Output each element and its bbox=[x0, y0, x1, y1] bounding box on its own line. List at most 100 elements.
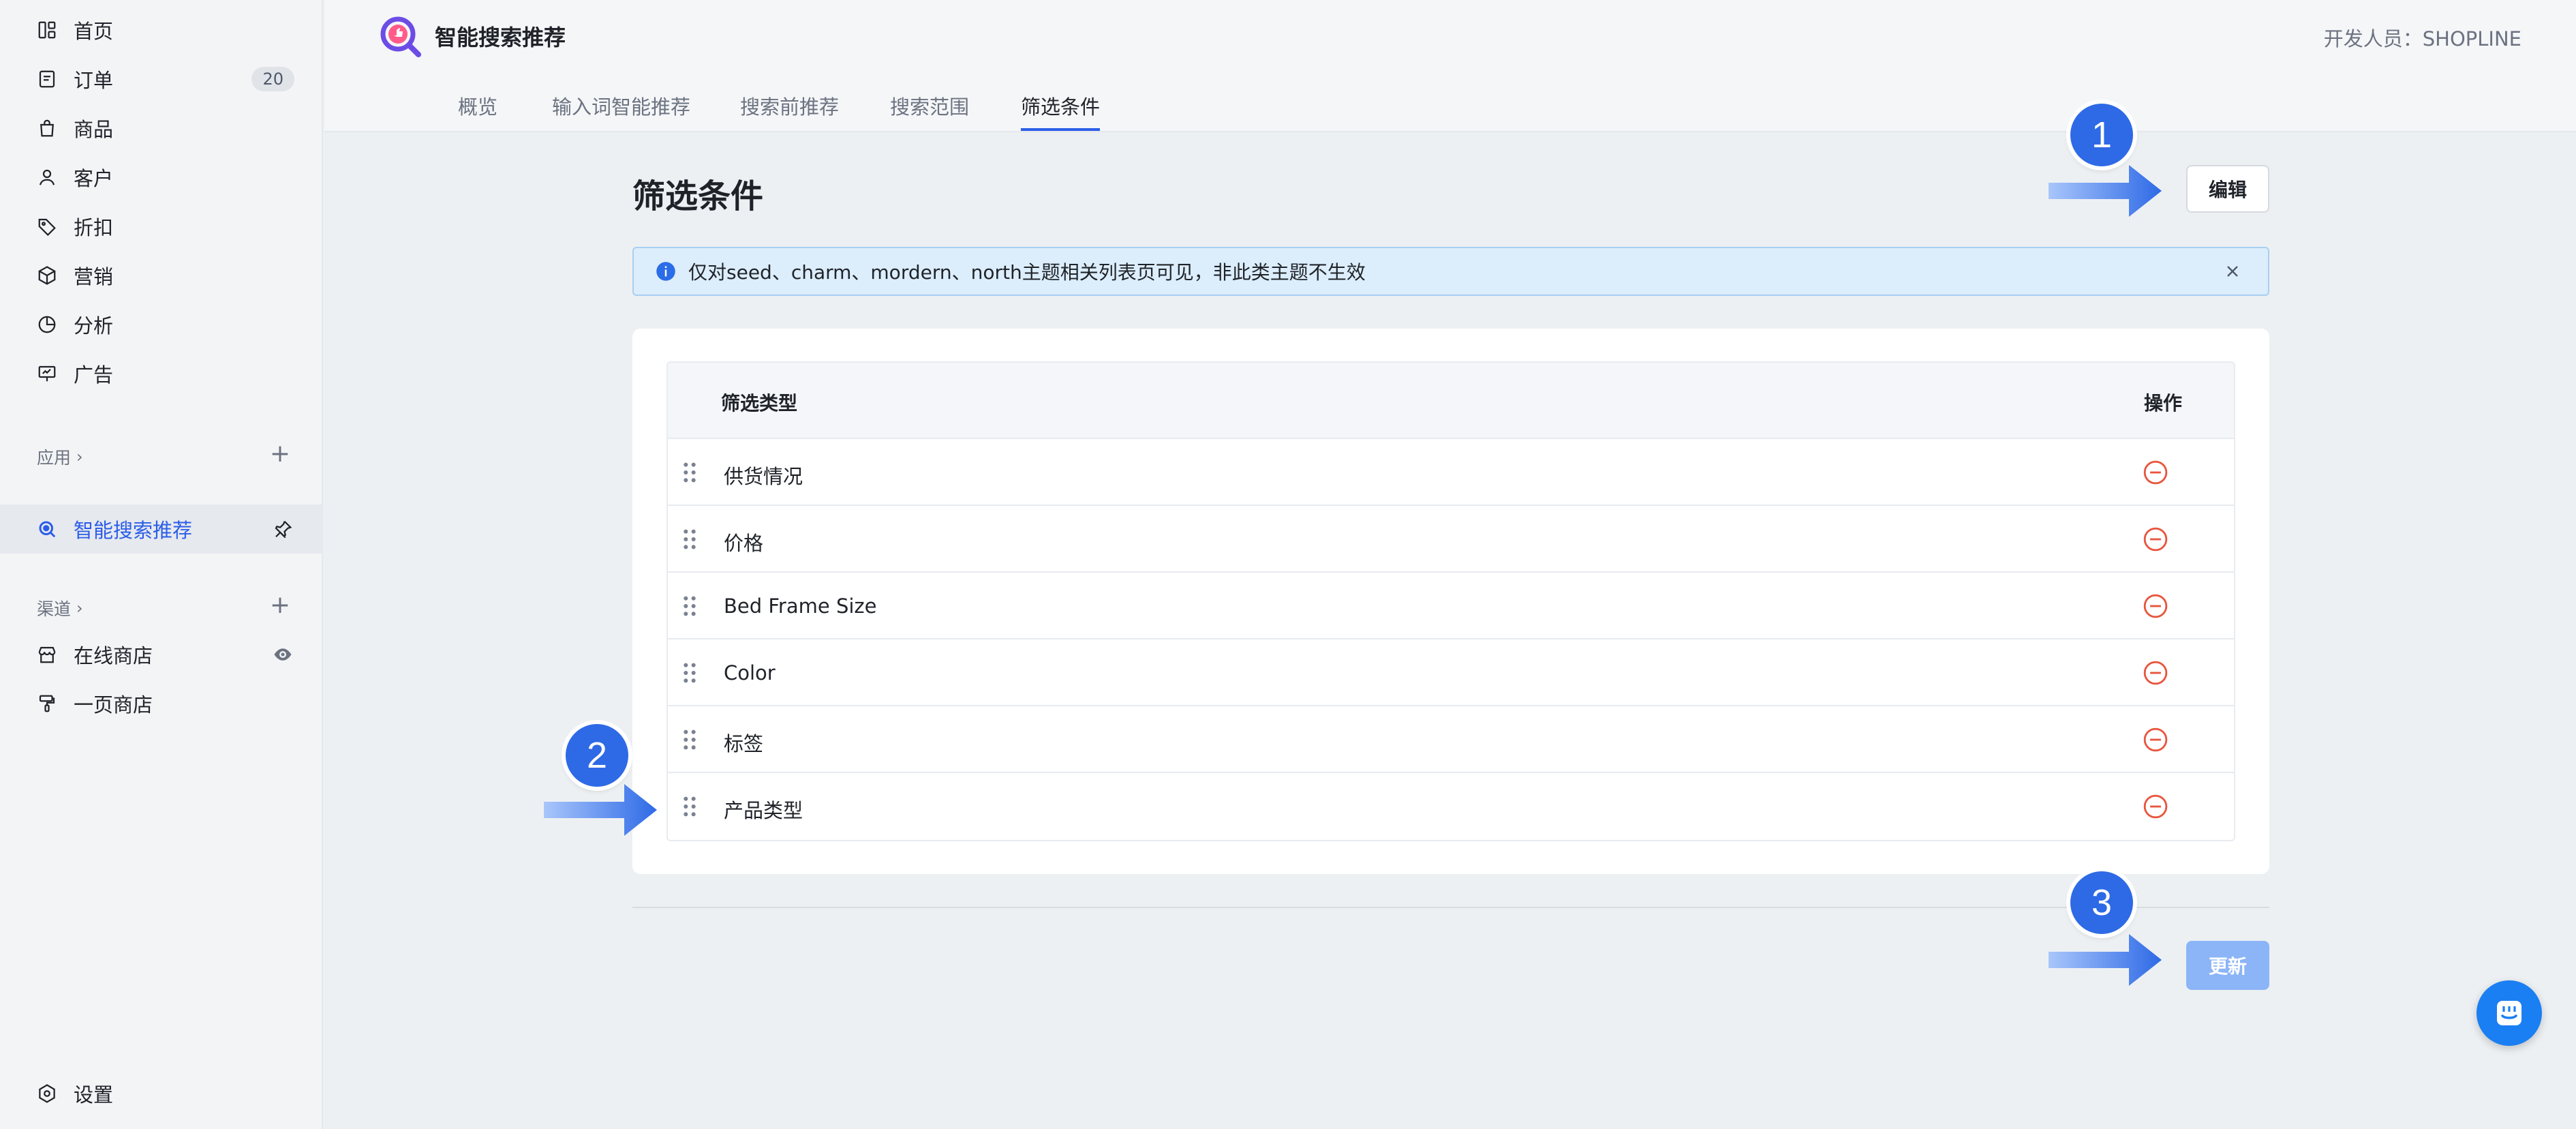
table-body: 供货情况价格 Bed Frame Size Color 标签产品类型 bbox=[668, 439, 2234, 840]
chat-support-button[interactable] bbox=[2477, 980, 2542, 1046]
table-row: 供货情况 bbox=[668, 439, 2234, 506]
close-icon[interactable] bbox=[2224, 263, 2241, 280]
update-button[interactable]: 更新 bbox=[2186, 941, 2269, 990]
channels-section-label[interactable]: 渠道 › bbox=[37, 596, 83, 620]
sidebar-item-analytics[interactable]: 分析 bbox=[0, 300, 323, 349]
tab-search-scope[interactable]: 搜索范围 bbox=[890, 91, 969, 131]
divider bbox=[632, 907, 2269, 908]
eye-icon[interactable] bbox=[273, 644, 293, 665]
remove-circle-icon[interactable] bbox=[2143, 794, 2168, 819]
filter-name: 价格 bbox=[724, 532, 764, 555]
bag-icon bbox=[37, 118, 57, 138]
annotation-step-1: 1 bbox=[2070, 104, 2133, 166]
drag-handle-icon[interactable] bbox=[681, 461, 698, 484]
sidebar-item-label: 在线商店 bbox=[74, 644, 153, 667]
remove-circle-icon[interactable] bbox=[2143, 660, 2168, 686]
tab-filters[interactable]: 筛选条件 bbox=[1021, 91, 1101, 131]
column-header-type: 筛选类型 bbox=[721, 392, 798, 415]
page-title: 筛选条件 bbox=[632, 177, 764, 215]
brush-icon bbox=[37, 693, 57, 714]
sidebar-item-label: 一页商店 bbox=[74, 693, 153, 717]
add-app-icon[interactable]: + bbox=[270, 442, 290, 466]
sidebar-item-settings[interactable]: 设置 bbox=[0, 1069, 323, 1118]
drag-handle-icon[interactable] bbox=[681, 528, 698, 551]
sidebar-item-ads[interactable]: 广告 bbox=[0, 349, 323, 398]
sidebar-item-smart-search[interactable]: 智能搜索推荐 bbox=[0, 505, 323, 554]
pin-icon[interactable] bbox=[273, 519, 293, 539]
sidebar-item-label: 营销 bbox=[74, 265, 114, 288]
sidebar-item-online-store[interactable]: 在线商店 bbox=[0, 630, 323, 679]
sidebar-item-label: 客户 bbox=[74, 167, 114, 190]
info-icon bbox=[656, 262, 675, 281]
cube-icon bbox=[37, 265, 57, 286]
sidebar-item-label: 广告 bbox=[74, 363, 114, 387]
drag-handle-icon[interactable] bbox=[681, 661, 698, 684]
sidebar-item-discounts[interactable]: 折扣 bbox=[0, 202, 323, 251]
filters-card: 筛选类型 操作 供货情况价格 Bed Frame Size Color 标签产品类型 bbox=[632, 329, 2269, 874]
add-channel-icon[interactable]: + bbox=[270, 593, 290, 618]
sidebar-item-label: 智能搜索推荐 bbox=[74, 519, 193, 542]
annotation-step-3: 3 bbox=[2070, 871, 2133, 934]
store-icon bbox=[37, 644, 57, 665]
apps-section-label[interactable]: 应用 › bbox=[37, 445, 83, 469]
sidebar-item-label: 设置 bbox=[74, 1083, 114, 1107]
developer-label: 开发人员：SHOPLINE bbox=[2323, 27, 2521, 50]
sidebar-item-label: 订单 bbox=[74, 69, 114, 92]
app-tabs: 概览 输入词智能推荐 搜索前推荐 搜索范围 筛选条件 bbox=[324, 74, 2576, 132]
chevron-right-icon: › bbox=[76, 447, 83, 466]
search-app-icon bbox=[37, 519, 57, 539]
sidebar-item-home[interactable]: 首页 bbox=[0, 5, 323, 55]
settings-icon bbox=[37, 1083, 57, 1104]
table-row: 标签 bbox=[668, 706, 2234, 773]
sidebar-item-marketing[interactable]: 营销 bbox=[0, 251, 323, 300]
table-row: Bed Frame Size bbox=[668, 573, 2234, 639]
tag-icon bbox=[37, 216, 57, 237]
smart-search-logo bbox=[380, 16, 421, 57]
remove-circle-icon[interactable] bbox=[2143, 593, 2168, 619]
sidebar-item-label: 商品 bbox=[74, 118, 114, 141]
annotation-step-2: 2 bbox=[566, 724, 628, 787]
table-header: 筛选类型 操作 bbox=[668, 363, 2234, 439]
filters-table: 筛选类型 操作 供货情况价格 Bed Frame Size Color 标签产品类型 bbox=[666, 361, 2235, 841]
drag-handle-icon[interactable] bbox=[681, 795, 698, 818]
filter-name: 供货情况 bbox=[724, 465, 803, 488]
drag-handle-icon[interactable] bbox=[681, 594, 698, 618]
sidebar-item-label: 首页 bbox=[74, 20, 114, 43]
annotation-arrow-right-icon bbox=[544, 784, 657, 836]
sidebar-item-products[interactable]: 商品 bbox=[0, 104, 323, 153]
order-count-badge: 20 bbox=[251, 67, 294, 91]
tab-overview[interactable]: 概览 bbox=[458, 91, 497, 131]
app-header: 智能搜索推荐 开发人员：SHOPLINE bbox=[324, 0, 2576, 74]
tab-pre-search[interactable]: 搜索前推荐 bbox=[740, 91, 839, 131]
column-header-action: 操作 bbox=[2144, 392, 2183, 415]
app-title: 智能搜索推荐 bbox=[435, 25, 566, 50]
drag-handle-icon[interactable] bbox=[681, 728, 698, 751]
annotation-arrow-right-icon bbox=[2049, 165, 2162, 217]
sidebar-item-orders[interactable]: 订单 20 bbox=[0, 55, 323, 104]
home-icon bbox=[37, 20, 57, 40]
sidebar-item-label: 分析 bbox=[74, 314, 114, 337]
sidebar: 首页 订单 20 商品 客户 折扣 营销 分析 广告 应用 › + 智能搜索推荐… bbox=[0, 0, 323, 1129]
order-icon bbox=[37, 69, 57, 89]
table-row: Color bbox=[668, 639, 2234, 706]
remove-circle-icon[interactable] bbox=[2143, 460, 2168, 485]
sidebar-item-one-page-store[interactable]: 一页商店 bbox=[0, 679, 323, 728]
annotation-arrow-right-icon bbox=[2049, 934, 2162, 986]
pie-icon bbox=[37, 314, 57, 335]
filter-name: Bed Frame Size bbox=[724, 594, 877, 618]
tab-input-recommend[interactable]: 输入词智能推荐 bbox=[552, 91, 690, 131]
user-icon bbox=[37, 167, 57, 187]
filter-name: Color bbox=[724, 661, 776, 684]
remove-circle-icon[interactable] bbox=[2143, 526, 2168, 552]
filter-name: 产品类型 bbox=[724, 799, 803, 822]
chevron-right-icon: › bbox=[76, 599, 83, 618]
theme-notice-banner: 仅对seed、charm、mordern、north主题相关列表页可见，非此类主… bbox=[632, 247, 2269, 296]
table-row: 产品类型 bbox=[668, 773, 2234, 840]
ad-icon bbox=[37, 363, 57, 384]
edit-button[interactable]: 编辑 bbox=[2186, 165, 2269, 213]
notice-text: 仅对seed、charm、mordern、north主题相关列表页可见，非此类主… bbox=[688, 261, 1366, 284]
sidebar-item-label: 折扣 bbox=[74, 216, 114, 239]
filter-name: 标签 bbox=[724, 732, 764, 755]
sidebar-item-customers[interactable]: 客户 bbox=[0, 153, 323, 202]
remove-circle-icon[interactable] bbox=[2143, 727, 2168, 753]
